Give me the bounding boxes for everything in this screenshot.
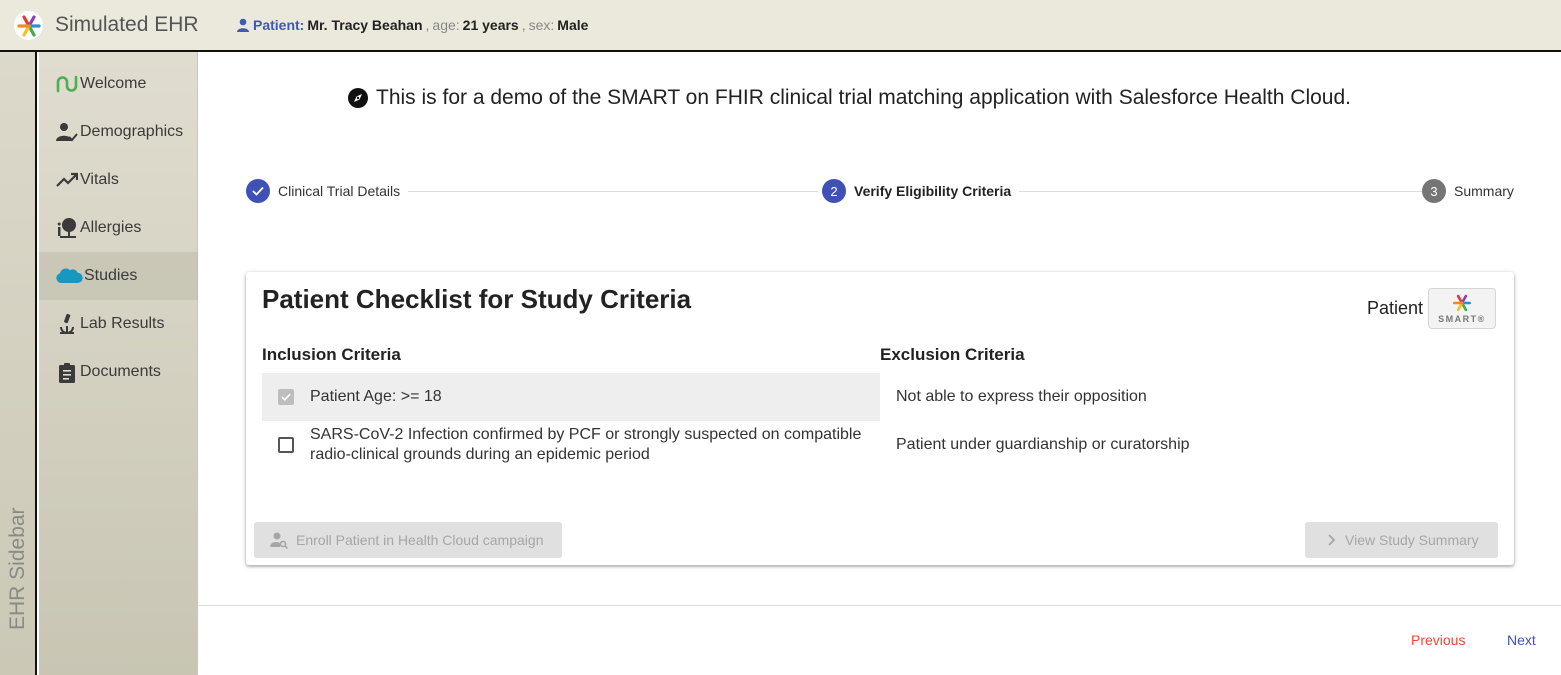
sidebar-toggle-rail[interactable]: EHR Sidebar (0, 52, 37, 675)
sidebar-rail-label: EHR Sidebar (6, 507, 29, 630)
chevron-right-icon (1328, 534, 1336, 546)
microscope-icon (55, 313, 79, 335)
app-title: Simulated EHR (55, 13, 199, 36)
sidebar-item-label: Demographics (80, 123, 184, 140)
button-label: Enroll Patient in Health Cloud campaign (296, 532, 544, 548)
patient-smart-badge: Patient SMART® (1367, 288, 1496, 329)
inclusion-header: Inclusion Criteria (262, 345, 401, 364)
patient-label: Patient: (253, 17, 305, 33)
smart-star-icon (1453, 294, 1471, 312)
sidebar-item-label: Documents (80, 363, 161, 380)
checklist-card: Patient Checklist for Study Criteria Pat… (246, 272, 1514, 565)
sidebar-item-allergies[interactable]: Allergies (39, 204, 198, 252)
patient-name: Mr. Tracy Beahan (307, 17, 423, 33)
sidebar-item-welcome[interactable]: Welcome (39, 60, 198, 108)
sidebar-item-label: Allergies (80, 219, 142, 236)
view-study-summary-button[interactable]: View Study Summary (1305, 522, 1498, 558)
smart-logo-text: SMART® (1438, 314, 1486, 324)
step-connector (1008, 191, 1422, 192)
patient-sex: Male (557, 17, 589, 33)
sidebar-item-documents[interactable]: Documents (39, 348, 198, 396)
step-clinical-trial-details[interactable]: Clinical Trial Details (246, 179, 409, 203)
clipboard-icon (55, 361, 79, 383)
previous-button[interactable]: Previous (1411, 632, 1465, 648)
sidebar-item-label: Welcome (80, 75, 147, 92)
allergy-tree-icon (55, 217, 79, 239)
step-number: 3 (1422, 179, 1446, 203)
person-icon (237, 18, 249, 32)
salesforce-cloud-icon (55, 265, 83, 287)
inclusion-item[interactable]: Patient Age: >= 18 (262, 373, 880, 421)
exclusion-item: Patient under guardianship or curatorshi… (896, 436, 1190, 453)
compass-icon (348, 88, 368, 108)
sidebar-item-studies[interactable]: Studies (39, 252, 198, 300)
step-label: Clinical Trial Details (278, 183, 401, 199)
inclusion-text: SARS-CoV-2 Infection confirmed by PCF or… (310, 426, 862, 463)
top-bar: Simulated EHR Patient: Mr. Tracy Beahan,… (0, 0, 1561, 52)
trending-up-icon (55, 169, 79, 191)
criteria-checkbox[interactable] (278, 389, 294, 405)
main-content: This is for a demo of the SMART on FHIR … (198, 52, 1561, 675)
patient-age: 21 years (462, 17, 519, 33)
step-connector (408, 191, 818, 192)
sidebar-item-lab-results[interactable]: Lab Results (39, 300, 198, 348)
step-label: Verify Eligibility Criteria (854, 183, 1012, 199)
sidebar-item-demographics[interactable]: Demographics (39, 108, 198, 156)
smart-logo[interactable]: SMART® (1428, 288, 1496, 329)
person-check-icon (55, 121, 79, 143)
next-button[interactable]: Next (1507, 632, 1536, 648)
step-summary[interactable]: 3 Summary (1422, 179, 1514, 203)
criteria-checkbox[interactable] (278, 437, 294, 453)
exclusion-item: Not able to express their opposition (896, 388, 1147, 405)
sex-label: sex: (528, 17, 555, 33)
smart-logo-icon (14, 11, 43, 40)
check-icon (246, 179, 270, 203)
sidebar-item-label: Lab Results (80, 315, 165, 332)
welcome-wave-icon (55, 73, 79, 95)
sidebar-item-label: Vitals (80, 171, 119, 188)
inclusion-item[interactable]: SARS-CoV-2 Infection confirmed by PCF or… (262, 421, 880, 469)
button-label: View Study Summary (1345, 532, 1479, 548)
age-label: age: (432, 17, 460, 33)
footer-divider (198, 605, 1561, 606)
sidebar: Welcome Demographics Vitals Allergies St… (39, 52, 198, 675)
card-title: Patient Checklist for Study Criteria (262, 284, 692, 314)
sidebar-item-label: Studies (84, 267, 138, 284)
person-search-icon (270, 532, 288, 549)
exclusion-header: Exclusion Criteria (880, 345, 1025, 364)
stepper: Clinical Trial Details 2 Verify Eligibil… (246, 179, 1516, 205)
demo-banner: This is for a demo of the SMART on FHIR … (348, 86, 1351, 110)
step-label: Summary (1454, 183, 1514, 199)
banner-text: This is for a demo of the SMART on FHIR … (376, 86, 1351, 109)
badge-label: Patient (1366, 298, 1423, 318)
enroll-patient-button[interactable]: Enroll Patient in Health Cloud campaign (254, 522, 562, 558)
step-number: 2 (822, 179, 846, 203)
patient-banner: Patient: Mr. Tracy Beahan, age: 21 years… (236, 17, 588, 33)
step-verify-eligibility[interactable]: 2 Verify Eligibility Criteria (822, 179, 1020, 203)
inclusion-text: Patient Age: >= 18 (310, 388, 442, 405)
sidebar-item-vitals[interactable]: Vitals (39, 156, 198, 204)
